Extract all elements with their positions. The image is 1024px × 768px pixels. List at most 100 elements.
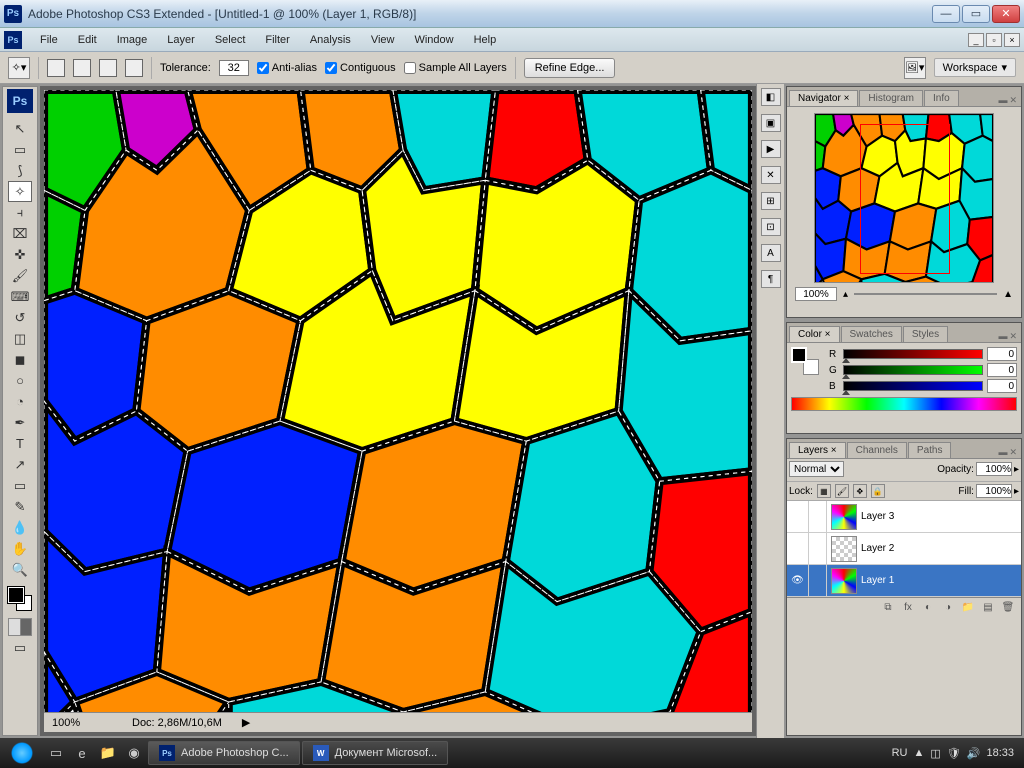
color-ramp[interactable] — [791, 397, 1017, 411]
notes-tool[interactable]: ✎ — [8, 496, 32, 517]
foreground-swatch[interactable] — [791, 347, 807, 363]
lock-all-icon[interactable]: 🔒 — [871, 484, 885, 498]
visibility-icon[interactable] — [787, 501, 809, 532]
media-icon[interactable]: ◉ — [122, 741, 146, 765]
toolbox-header-icon[interactable]: Ps — [7, 89, 33, 113]
current-tool-icon[interactable]: ✧▾ — [8, 57, 30, 79]
dock-icon-2[interactable]: ▶ — [761, 140, 781, 158]
panel-close-icon[interactable]: ✕ — [1009, 447, 1017, 458]
link-layers-icon[interactable]: ⧉ — [881, 601, 895, 615]
tray-icon[interactable]: 🛡 — [947, 747, 961, 760]
color-swatch[interactable] — [6, 585, 34, 613]
dock-icon-3[interactable]: ✕ — [761, 166, 781, 184]
screen-mode-button[interactable]: ▭ — [8, 637, 32, 658]
taskbar-app[interactable]: PsAdobe Photoshop C... — [148, 741, 300, 765]
opacity-input[interactable] — [976, 462, 1012, 476]
menu-window[interactable]: Window — [404, 31, 463, 49]
tab-color[interactable]: Color × — [789, 326, 840, 342]
panel-minimize-icon[interactable]: ▬ — [998, 447, 1007, 458]
adjustment-layer-icon[interactable]: ◑ — [941, 601, 955, 615]
green-input[interactable] — [987, 363, 1017, 377]
hand-tool[interactable]: ✋ — [8, 538, 32, 559]
visibility-icon[interactable] — [787, 533, 809, 564]
ps-logo-icon[interactable]: Ps — [4, 31, 22, 49]
lock-image-icon[interactable]: 🖌 — [835, 484, 849, 498]
tray-icon[interactable]: ▲ — [914, 747, 925, 759]
panel-minimize-icon[interactable]: ▬ — [998, 95, 1007, 106]
zoom-tool[interactable]: 🔍 — [8, 559, 32, 580]
tab-channels[interactable]: Channels — [847, 442, 907, 458]
menu-help[interactable]: Help — [464, 31, 507, 49]
tab-styles[interactable]: Styles — [903, 326, 948, 342]
show-desktop-icon[interactable]: ▭ — [44, 741, 68, 765]
language-indicator[interactable]: RU — [892, 747, 908, 759]
stamp-tool[interactable]: ⌨ — [8, 286, 32, 307]
contiguous-checkbox[interactable]: Contiguous — [325, 62, 396, 74]
red-slider[interactable] — [843, 349, 983, 359]
new-selection-icon[interactable] — [47, 59, 65, 77]
menu-select[interactable]: Select — [205, 31, 256, 49]
visibility-icon[interactable]: 👁 — [787, 565, 809, 596]
clock[interactable]: 18:33 — [986, 747, 1014, 759]
start-button[interactable] — [2, 739, 42, 767]
navigator-zoom-input[interactable] — [795, 287, 837, 301]
doc-minimize-button[interactable]: _ — [968, 33, 984, 47]
layer-name[interactable]: Layer 2 — [861, 543, 894, 554]
ie-icon[interactable]: e — [70, 741, 94, 765]
workspace-button[interactable]: Workspace ▾ — [934, 58, 1016, 77]
menu-file[interactable]: File — [30, 31, 68, 49]
eyedrop-tool[interactable]: 💧 — [8, 517, 32, 538]
layer-link-cell[interactable] — [809, 533, 827, 564]
navigator-thumbnail[interactable] — [814, 113, 994, 283]
dodge-tool[interactable]: ◔ — [8, 391, 32, 412]
volume-icon[interactable]: 🔊 — [967, 747, 981, 760]
delete-layer-icon[interactable]: 🗑 — [1001, 601, 1015, 615]
type-tool[interactable]: T — [8, 433, 32, 454]
intersect-selection-icon[interactable] — [125, 59, 143, 77]
antialias-checkbox[interactable]: Anti-alias — [257, 62, 317, 74]
heal-tool[interactable]: ✜ — [8, 244, 32, 265]
tab-navigator[interactable]: Navigator × — [789, 90, 858, 106]
dock-icon-1[interactable]: ▣ — [761, 114, 781, 132]
tab-layers[interactable]: Layers × — [789, 442, 846, 458]
doc-restore-button[interactable]: ▫ — [986, 33, 1002, 47]
doc-close-button[interactable]: × — [1004, 33, 1020, 47]
zoom-display[interactable]: 100% — [52, 717, 112, 729]
color-panel-swatch[interactable] — [791, 347, 819, 375]
brush-tool[interactable]: 🖌 — [8, 265, 32, 286]
layer-link-cell[interactable] — [809, 501, 827, 532]
maximize-button[interactable]: ▭ — [962, 5, 990, 23]
layer-name[interactable]: Layer 1 — [861, 575, 894, 586]
tab-paths[interactable]: Paths — [908, 442, 952, 458]
explorer-icon[interactable]: 📁 — [96, 741, 120, 765]
canvas[interactable] — [44, 90, 752, 712]
layer-thumbnail[interactable] — [831, 568, 857, 594]
blue-input[interactable] — [987, 379, 1017, 393]
layer-link-cell[interactable] — [809, 565, 827, 596]
dock-icon-0[interactable]: ◧ — [761, 88, 781, 106]
menu-image[interactable]: Image — [107, 31, 158, 49]
new-group-icon[interactable]: 📁 — [961, 601, 975, 615]
tolerance-input[interactable] — [219, 60, 249, 76]
path-tool[interactable]: ↗ — [8, 454, 32, 475]
layer-row[interactable]: 👁 Layer 1 — [787, 565, 1021, 597]
sample-all-checkbox[interactable]: Sample All Layers — [404, 62, 507, 74]
refine-edge-button[interactable]: Refine Edge... — [524, 58, 616, 78]
tray-icon[interactable]: ◫ — [930, 747, 940, 760]
blue-slider[interactable] — [843, 381, 983, 391]
panel-minimize-icon[interactable]: ▬ — [998, 331, 1007, 342]
menu-analysis[interactable]: Analysis — [300, 31, 361, 49]
tab-info[interactable]: Info — [924, 90, 959, 106]
marquee-tool[interactable]: ▭ — [8, 139, 32, 160]
tab-histogram[interactable]: Histogram — [859, 90, 923, 106]
blur-tool[interactable]: ○ — [8, 370, 32, 391]
close-button[interactable]: ✕ — [992, 5, 1020, 23]
menu-view[interactable]: View — [361, 31, 405, 49]
dock-icon-7[interactable]: ¶ — [761, 270, 781, 288]
slice-tool[interactable]: ⌧ — [8, 223, 32, 244]
add-selection-icon[interactable] — [73, 59, 91, 77]
panel-close-icon[interactable]: ✕ — [1009, 331, 1017, 342]
go-to-bridge-icon[interactable]: 🖼▾ — [904, 57, 926, 79]
panel-close-icon[interactable]: ✕ — [1009, 95, 1017, 106]
blend-mode-select[interactable]: Normal — [789, 461, 844, 477]
